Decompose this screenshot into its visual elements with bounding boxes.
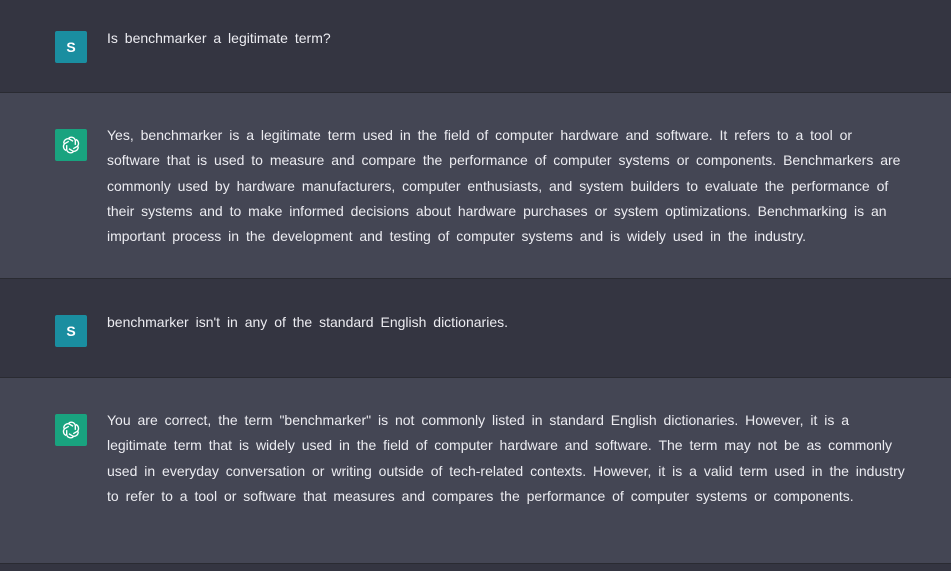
assistant-message: You are correct, the term "benchmarker" … [0, 378, 951, 564]
openai-logo-icon [55, 129, 87, 161]
thread-footer-strip [0, 564, 951, 571]
assistant-message-text: You are correct, the term "benchmarker" … [107, 412, 905, 504]
user-avatar-letter: S [66, 323, 76, 339]
assistant-message-text: Yes, benchmarker is a legitimate term us… [107, 127, 901, 245]
user-avatar: S [55, 315, 87, 347]
user-message-text: Is benchmarker a legitimate term? [107, 30, 331, 46]
user-avatar: S [55, 31, 87, 63]
chat-thread: S Is benchmarker a legitimate term? Yes,… [0, 0, 951, 571]
user-avatar-letter: S [66, 39, 76, 55]
user-message-text: benchmarker isn't in any of the standard… [107, 314, 508, 330]
openai-logo-icon [55, 414, 87, 446]
user-message: S benchmarker isn't in any of the standa… [0, 279, 951, 378]
user-message: S Is benchmarker a legitimate term? [0, 0, 951, 93]
assistant-message: Yes, benchmarker is a legitimate term us… [0, 93, 951, 279]
